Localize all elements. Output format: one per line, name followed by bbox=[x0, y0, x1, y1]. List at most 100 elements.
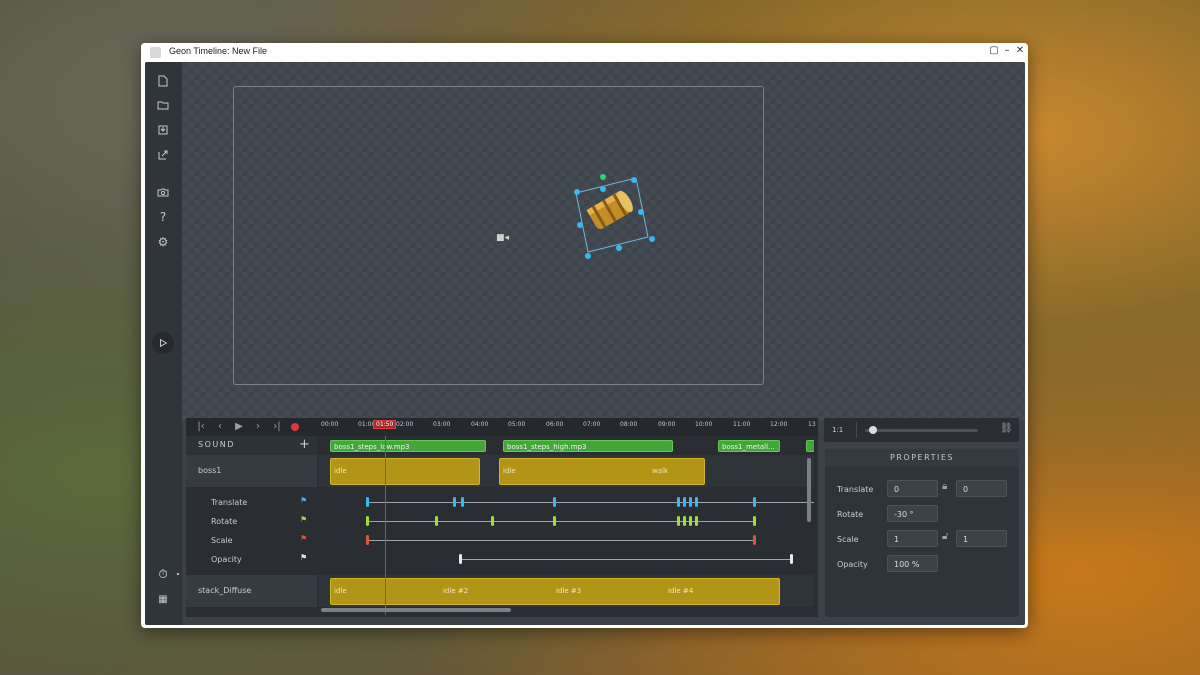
keyframe[interactable] bbox=[553, 497, 556, 507]
opacity-line bbox=[461, 559, 791, 560]
keyframe[interactable] bbox=[689, 516, 692, 526]
minimize-icon[interactable]: – bbox=[1001, 45, 1013, 56]
open-folder-icon[interactable] bbox=[154, 96, 172, 114]
ruler-tick: 03:00 bbox=[433, 421, 451, 428]
boss1-track: idle idle walk bbox=[318, 455, 814, 487]
clip-label: idle #4 bbox=[668, 587, 694, 595]
export-icon[interactable] bbox=[154, 146, 172, 164]
playhead-time[interactable]: 01:50 bbox=[373, 420, 397, 429]
sound-clip[interactable]: boss1_steps_high.mp3 bbox=[503, 440, 673, 452]
animation-clip[interactable]: idle bbox=[330, 458, 480, 485]
sound-clip[interactable]: boss1_metall... bbox=[718, 440, 780, 452]
properties-title: PROPERTIES bbox=[825, 449, 1019, 467]
translate-y-field[interactable]: 0 bbox=[956, 480, 1007, 497]
keyframe[interactable] bbox=[753, 516, 756, 526]
opacity-field[interactable]: 100 % bbox=[887, 555, 938, 572]
keyframe[interactable] bbox=[677, 516, 680, 526]
ruler-tick: 08:00 bbox=[620, 421, 638, 428]
skip-start-icon[interactable]: |‹ bbox=[194, 419, 208, 435]
ruler-tick: 02:00 bbox=[396, 421, 414, 428]
ruler-tick: 11:00 bbox=[733, 421, 751, 428]
keyframe[interactable] bbox=[683, 516, 686, 526]
keyframe[interactable] bbox=[491, 516, 494, 526]
zoom-slider-thumb[interactable] bbox=[868, 426, 877, 434]
keyframe[interactable] bbox=[435, 516, 438, 526]
resize-handle[interactable] bbox=[649, 236, 655, 242]
opacity-label: Opacity bbox=[837, 560, 868, 569]
title-bar: Geon Timeline: New File ▢ – ✕ bbox=[141, 43, 1028, 62]
keyframe[interactable] bbox=[366, 535, 369, 545]
horizontal-scrollbar[interactable] bbox=[321, 608, 511, 612]
sound-clip[interactable] bbox=[806, 440, 814, 452]
canvas-viewport[interactable]: ■◂ bbox=[182, 62, 1025, 420]
zoom-slider[interactable] bbox=[865, 429, 978, 432]
settings-icon[interactable]: ⚙ bbox=[154, 233, 172, 251]
vertical-scrollbar[interactable] bbox=[807, 458, 811, 522]
resize-handle[interactable] bbox=[638, 209, 644, 215]
playhead-line[interactable] bbox=[385, 436, 386, 615]
ruler-tick: 09:00 bbox=[658, 421, 676, 428]
translate-x-field[interactable]: 0 bbox=[887, 480, 938, 497]
time-ruler[interactable]: 00:00 01:00 02:00 03:00 04:00 05:00 06:0… bbox=[318, 418, 818, 436]
keyframe[interactable] bbox=[753, 497, 756, 507]
help-icon[interactable]: ? bbox=[154, 208, 172, 226]
skip-end-icon[interactable]: ›| bbox=[270, 419, 284, 435]
camera-icon[interactable] bbox=[154, 183, 172, 201]
lock-icon[interactable]: 🔒︎ bbox=[942, 481, 947, 492]
keyframe[interactable] bbox=[553, 516, 556, 526]
resize-handle[interactable] bbox=[631, 177, 637, 183]
sound-clip[interactable]: boss1_steps_low.mp3 bbox=[330, 440, 486, 452]
scene-icon[interactable]: ▦ bbox=[154, 590, 172, 608]
resize-handle[interactable] bbox=[600, 186, 606, 192]
stack-track-header[interactable]: stack_Diffuse bbox=[186, 575, 317, 607]
close-icon[interactable]: ✕ bbox=[1014, 45, 1026, 56]
resize-handle[interactable] bbox=[574, 189, 580, 195]
zoom-label[interactable]: 1:1 bbox=[832, 426, 843, 434]
restore-icon[interactable]: ▢ bbox=[988, 45, 1000, 56]
scale-x-field[interactable]: 1 bbox=[887, 530, 938, 547]
track-name: boss1 bbox=[198, 466, 222, 475]
keyframe[interactable] bbox=[459, 554, 462, 564]
opacity-flag-icon[interactable]: ⚑ bbox=[300, 553, 307, 562]
play-icon[interactable]: ▶ bbox=[232, 419, 246, 435]
scale-y-field[interactable]: 1 bbox=[956, 530, 1007, 547]
resize-handle[interactable] bbox=[616, 245, 622, 251]
play-button[interactable] bbox=[152, 332, 174, 354]
record-button[interactable] bbox=[291, 423, 299, 431]
clip-label: idle #2 bbox=[443, 587, 469, 595]
keyframe[interactable] bbox=[461, 497, 464, 507]
keyframe[interactable] bbox=[753, 535, 756, 545]
add-sound-icon[interactable]: + bbox=[299, 437, 310, 452]
scale-flag-icon[interactable]: ⚑ bbox=[300, 534, 307, 543]
window-title: Geon Timeline: New File bbox=[169, 46, 268, 56]
rotate-handle[interactable] bbox=[600, 174, 606, 180]
rotate-field[interactable]: -30 ° bbox=[887, 505, 938, 522]
keyframe[interactable] bbox=[453, 497, 456, 507]
keyframe[interactable] bbox=[366, 516, 369, 526]
keyframe[interactable] bbox=[683, 497, 686, 507]
keyframe[interactable] bbox=[790, 554, 793, 564]
keyframe[interactable] bbox=[689, 497, 692, 507]
link-icon[interactable]: ⛓ bbox=[1000, 423, 1013, 434]
keyframe[interactable] bbox=[695, 497, 698, 507]
animation-clip[interactable]: idle walk bbox=[499, 458, 705, 485]
keyframe[interactable] bbox=[695, 516, 698, 526]
boss1-track-header[interactable]: boss1 bbox=[186, 455, 317, 487]
clip-label: idle #3 bbox=[556, 587, 582, 595]
save-icon[interactable] bbox=[154, 121, 172, 139]
resize-handle[interactable] bbox=[585, 253, 591, 259]
keyframe[interactable] bbox=[366, 497, 369, 507]
animation-clip[interactable]: idle idle #2 idle #3 idle #4 bbox=[330, 578, 780, 605]
next-frame-icon[interactable]: › bbox=[251, 419, 265, 435]
ruler-tick: 06:00 bbox=[546, 421, 564, 428]
rotate-track-label: Rotate bbox=[211, 517, 238, 526]
new-file-icon[interactable] bbox=[154, 72, 172, 90]
unlock-icon[interactable]: 🔓︎ bbox=[942, 531, 948, 542]
translate-flag-icon[interactable]: ⚑ bbox=[300, 496, 307, 505]
keyframe[interactable] bbox=[677, 497, 680, 507]
barrel-sprite[interactable] bbox=[582, 189, 636, 233]
timer-icon[interactable]: ⏱ bbox=[154, 565, 172, 583]
prev-frame-icon[interactable]: ‹ bbox=[213, 419, 227, 435]
rotate-flag-icon[interactable]: ⚑ bbox=[300, 515, 307, 524]
resize-handle[interactable] bbox=[577, 222, 583, 228]
